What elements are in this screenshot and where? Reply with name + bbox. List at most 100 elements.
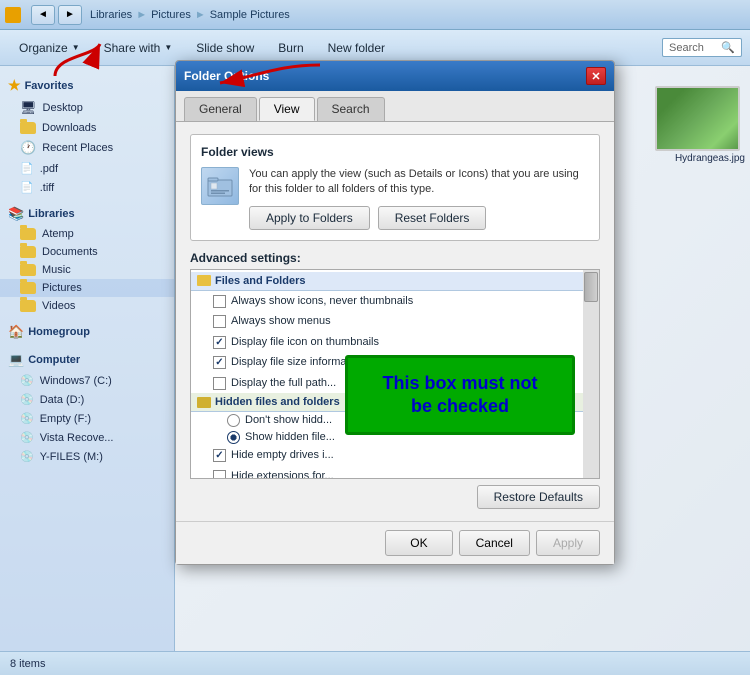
hide-extensions-checkbox[interactable] [213, 470, 226, 479]
pdf-icon: 📄 [20, 162, 34, 175]
display-file-on-thumbnails-checkbox[interactable] [213, 336, 226, 349]
breadcrumb-sample[interactable]: Sample Pictures [210, 9, 290, 21]
display-full-path-checkbox[interactable] [213, 377, 226, 390]
drive-y-icon: 💿 [20, 450, 34, 463]
drive-v-icon: 💿 [20, 431, 34, 444]
folder-views-title: Folder views [201, 145, 589, 159]
annotation-text: This box must notbe checked [383, 372, 538, 419]
dialog-footer: OK Cancel Apply [176, 521, 614, 564]
sidebar-item-empty[interactable]: 💿 Empty (F:) [0, 409, 174, 428]
folder-views-description: You can apply the view (such as Details … [249, 167, 589, 198]
hide-empty-drives-checkbox[interactable] [213, 449, 226, 462]
dialog-footer-buttons: OK Cancel Apply [385, 530, 600, 556]
back-button[interactable]: ◄ [31, 5, 55, 25]
sidebar-item-yfiles[interactable]: 💿 Y-FILES (M:) [0, 447, 174, 466]
dialog-tabs: General View Search [176, 91, 614, 122]
desktop-icon: 🖥 [20, 100, 37, 116]
always-show-menus-checkbox[interactable] [213, 315, 226, 328]
slideshow-button[interactable]: Slide show [185, 36, 265, 60]
folder-views-content: You can apply the view (such as Details … [201, 167, 589, 230]
breadcrumb-pictures[interactable]: Pictures [151, 9, 191, 21]
sidebar-item-recent[interactable]: 🕐 Recent Places [0, 137, 174, 159]
tiff-icon: 📄 [20, 181, 34, 194]
folder-views-icon [201, 167, 239, 205]
videos-icon [20, 300, 36, 312]
dialog-close-button[interactable]: ✕ [586, 67, 606, 85]
sidebar: ★ Favorites 🖥 Desktop Downloads 🕐 Recent… [0, 66, 175, 651]
show-hidden-radio[interactable] [227, 431, 240, 444]
libraries-header[interactable]: 📚 Libraries [0, 203, 174, 225]
hydrangeas-filename: Hydrangeas.jpg [675, 153, 745, 164]
sidebar-item-pdf[interactable]: 📄 .pdf [0, 159, 174, 178]
sidebar-item-videos[interactable]: Videos [0, 297, 174, 315]
homegroup-section: 🏠 Homegroup [0, 321, 174, 343]
share-with-button[interactable]: Share with ▼ [93, 36, 184, 60]
burn-button[interactable]: Burn [267, 36, 314, 60]
status-items-count: 8 items [10, 658, 45, 670]
organize-button[interactable]: Organize ▼ [8, 36, 91, 60]
sidebar-item-vista[interactable]: 💿 Vista Recove... [0, 428, 174, 447]
drive-d-icon: 💿 [20, 393, 34, 406]
hide-extensions-item: Hide extensions for... [191, 466, 599, 479]
restore-defaults-button[interactable]: Restore Defaults [477, 485, 600, 509]
restore-defaults-container: Restore Defaults [190, 485, 600, 509]
homegroup-header[interactable]: 🏠 Homegroup [0, 321, 174, 343]
display-file-on-thumbnails-item: Display file icon on thumbnails [191, 332, 599, 353]
reset-folders-button[interactable]: Reset Folders [378, 206, 487, 230]
cancel-button[interactable]: Cancel [459, 530, 530, 556]
breadcrumb-libraries[interactable]: Libraries [90, 9, 132, 21]
apply-button[interactable]: Apply [536, 530, 600, 556]
search-box[interactable]: Search 🔍 [662, 38, 742, 57]
folder-options-dialog: Folder Options ✕ General View Search Fol… [175, 60, 615, 565]
sidebar-item-desktop[interactable]: 🖥 Desktop [0, 97, 174, 119]
files-and-folders-header: Files and Folders [191, 272, 599, 291]
always-show-icons-checkbox[interactable] [213, 295, 226, 308]
sidebar-item-atemp[interactable]: Atemp [0, 225, 174, 243]
always-show-icons-item: Always show icons, never thumbnails [191, 291, 599, 312]
dont-show-radio[interactable] [227, 414, 240, 427]
sidebar-item-tiff[interactable]: 📄 .tiff [0, 178, 174, 197]
dialog-title: Folder Options [184, 69, 269, 83]
breadcrumb: Libraries ► Pictures ► Sample Pictures [90, 9, 290, 21]
folder-views-section: Folder views You can apply the view (suc… [190, 134, 600, 241]
forward-button[interactable]: ► [58, 5, 82, 25]
ok-button[interactable]: OK [385, 530, 452, 556]
documents-icon [20, 246, 36, 258]
computer-icon: 💻 [8, 352, 24, 368]
new-folder-button[interactable]: New folder [317, 36, 396, 60]
nav-arrows: ◄ ► [31, 5, 82, 25]
drive-e-icon: 💿 [20, 412, 34, 425]
sidebar-item-windows7[interactable]: 💿 Windows7 (C:) [0, 371, 174, 390]
tab-search[interactable]: Search [317, 97, 385, 121]
dialog-body: Folder views You can apply the view (suc… [176, 122, 614, 521]
hidden-folder-icon [197, 397, 211, 408]
hide-empty-drives-item: Hide empty drives i... [191, 445, 599, 466]
favorites-star-icon: ★ [8, 77, 21, 94]
music-icon [20, 264, 36, 276]
tab-view[interactable]: View [259, 97, 315, 121]
annotation-box: This box must notbe checked [345, 355, 575, 435]
favorites-section: ★ Favorites 🖥 Desktop Downloads 🕐 Recent… [0, 74, 174, 197]
downloads-folder-icon [20, 122, 36, 134]
scrollbar-track [583, 270, 599, 478]
always-show-menus-item: Always show menus [191, 311, 599, 332]
folder-views-buttons: Apply to Folders Reset Folders [249, 206, 589, 230]
sidebar-item-documents[interactable]: Documents [0, 243, 174, 261]
sidebar-item-data[interactable]: 💿 Data (D:) [0, 390, 174, 409]
drive-icon: 💿 [20, 374, 34, 387]
group-folder-icon [197, 275, 211, 286]
display-file-size-checkbox[interactable] [213, 356, 226, 369]
sidebar-item-pictures[interactable]: Pictures [0, 279, 174, 297]
dialog-title-bar: Folder Options ✕ [176, 61, 614, 91]
atemp-icon [20, 228, 36, 240]
apply-to-folders-button[interactable]: Apply to Folders [249, 206, 370, 230]
tab-general[interactable]: General [184, 97, 257, 121]
computer-header[interactable]: 💻 Computer [0, 349, 174, 371]
sidebar-item-downloads[interactable]: Downloads [0, 119, 174, 137]
title-bar: ◄ ► Libraries ► Pictures ► Sample Pictur… [0, 0, 750, 30]
favorites-header[interactable]: ★ Favorites [0, 74, 174, 97]
sidebar-item-music[interactable]: Music [0, 261, 174, 279]
computer-section: 💻 Computer 💿 Windows7 (C:) 💿 Data (D:) 💿… [0, 349, 174, 466]
hydrangeas-thumbnail[interactable] [655, 86, 740, 151]
scrollbar-thumb[interactable] [584, 272, 598, 302]
